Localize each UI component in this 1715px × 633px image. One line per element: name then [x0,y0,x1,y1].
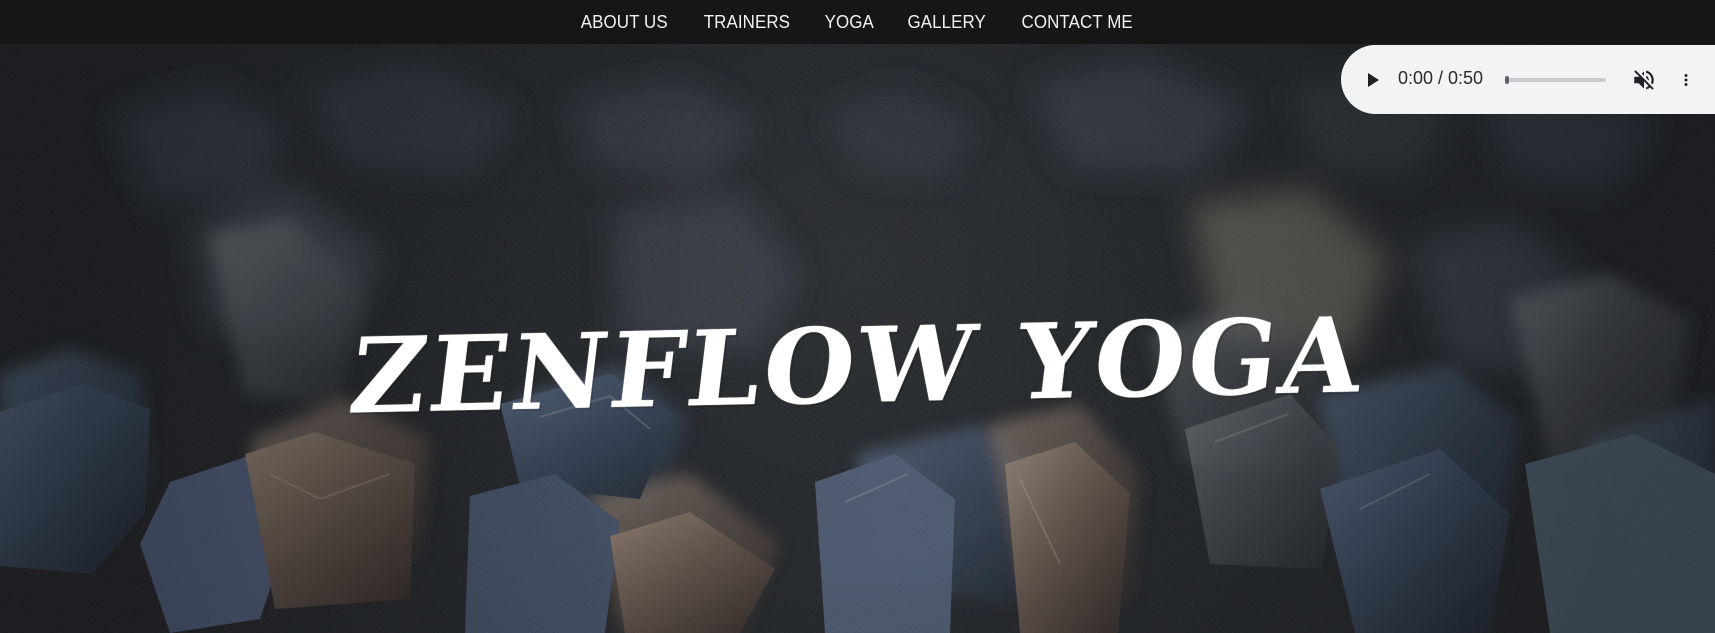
nav-link-contact-me[interactable]: CONTACT ME [1022,12,1133,33]
volume-muted-icon-graphic [1634,70,1654,90]
more-vert-icon-graphic [1684,74,1688,86]
nav-link-yoga[interactable]: YOGA [824,12,873,33]
play-icon-graphic [1368,73,1379,87]
top-navigation-bar: ABOUT US TRAINERS YOGA GALLERY CONTACT M… [0,0,1715,44]
website-page: ABOUT US TRAINERS YOGA GALLERY CONTACT M… [0,0,1715,633]
audio-progress-bar[interactable] [1505,76,1606,84]
audio-time-display: 0:00 / 0:50 [1398,68,1484,88]
nav-link-gallery[interactable]: GALLERY [907,12,985,33]
play-icon[interactable] [1359,67,1385,93]
audio-progress-thumb[interactable] [1505,76,1509,84]
volume-muted-icon[interactable] [1631,67,1657,93]
more-vert-icon[interactable] [1677,67,1695,93]
nav-link-trainers[interactable]: TRAINERS [704,12,790,33]
audio-player[interactable]: 0:00 / 0:50 [1341,45,1715,114]
main-navigation: ABOUT US TRAINERS YOGA GALLERY CONTACT M… [0,0,1715,44]
nav-link-about-us[interactable]: ABOUT US [581,12,668,33]
hero-section: Zenflow yoga [0,44,1715,633]
